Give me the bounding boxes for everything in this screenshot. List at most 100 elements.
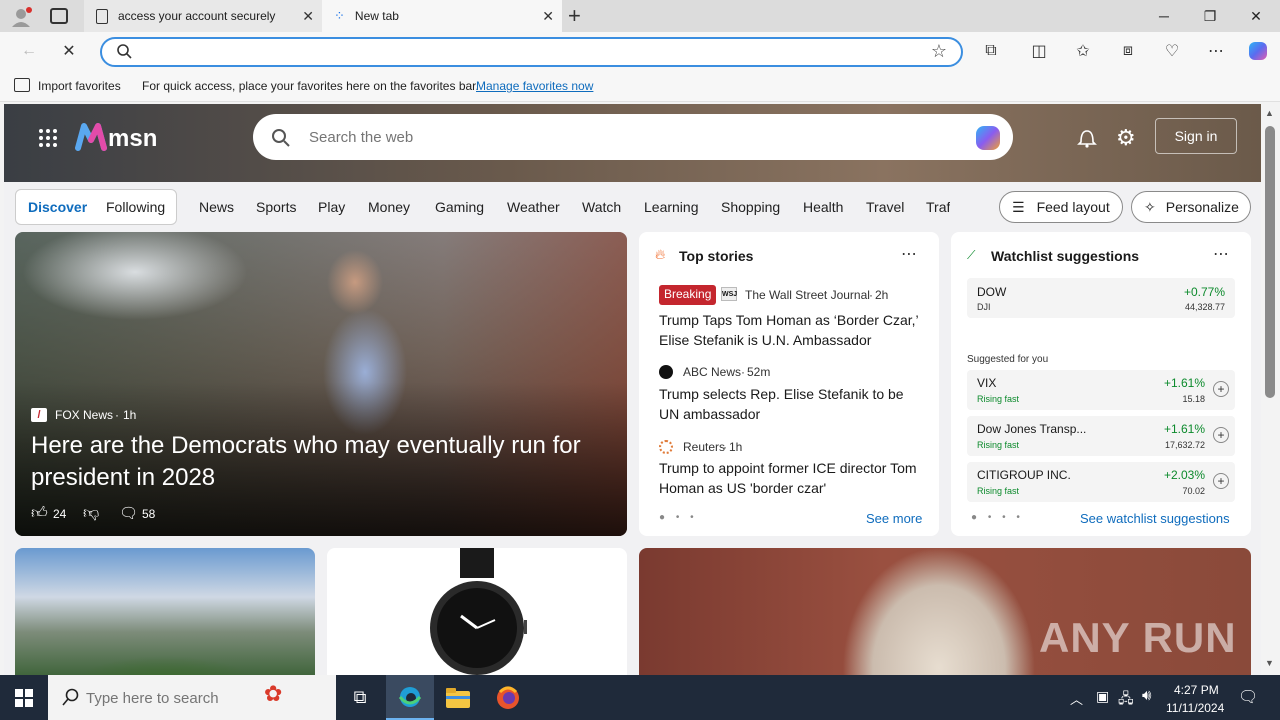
scroll-thumb[interactable] <box>1265 126 1275 398</box>
back-icon[interactable]: ← <box>14 36 44 66</box>
copilot-icon[interactable] <box>973 123 1003 158</box>
network-icon[interactable]: 🖧︎ <box>1118 688 1134 712</box>
personalize-label: Personalize <box>1165 199 1239 215</box>
see-watchlist-link[interactable]: See watchlist suggestions <box>1080 511 1230 526</box>
story-card-landscape[interactable] <box>15 548 315 675</box>
windows-start-icon[interactable] <box>0 675 48 720</box>
nav-health[interactable]: Health <box>803 199 843 215</box>
tab-actions-icon[interactable] <box>50 8 68 24</box>
split-screen-icon[interactable]: ◫ <box>1024 36 1054 66</box>
close-tab-icon[interactable]: ✕ <box>542 8 554 25</box>
nav-shopping[interactable]: Shopping <box>721 199 780 215</box>
close-window-button[interactable]: ✕ <box>1233 0 1279 32</box>
watchlist-heading[interactable]: Watchlist suggestions <box>991 248 1139 264</box>
volume-icon[interactable]: 🔊︎ <box>1142 687 1151 704</box>
edge-taskbar-icon[interactable] <box>386 675 434 720</box>
nav-gaming[interactable]: Gaming <box>435 199 484 215</box>
nav-money[interactable]: Money <box>368 199 410 215</box>
pager-dots[interactable]: ● • • <box>659 512 698 523</box>
settings-gear-icon[interactable]: ⚙ <box>1116 125 1136 151</box>
nav-weather[interactable]: Weather <box>507 199 560 215</box>
msn-search-input[interactable] <box>309 127 909 147</box>
vertical-scrollbar[interactable]: ▲ ▼ <box>1261 104 1280 675</box>
more-options-icon[interactable]: ⋯ <box>1213 244 1229 264</box>
msn-search-box[interactable] <box>253 114 1013 160</box>
clock-time[interactable]: 4:27 PM <box>1174 683 1219 697</box>
profile-icon[interactable] <box>10 6 32 28</box>
story-title[interactable]: Trump to appoint former ICE director Tom… <box>659 458 927 498</box>
nav-traffic[interactable]: Traf <box>926 199 950 215</box>
tray-chevron-icon[interactable]: ︿ <box>1070 689 1083 708</box>
minimize-button[interactable]: ─ <box>1141 0 1187 32</box>
new-tab-button[interactable]: + <box>568 3 581 29</box>
personalize-button[interactable]: ✧ Personalize <box>1131 191 1251 223</box>
browser-essentials-icon[interactable]: ♡ <box>1157 36 1187 66</box>
top-stories-heading[interactable]: Top stories <box>679 248 753 264</box>
stock-row[interactable]: CITIGROUP INC. Rising fast +2.03% 70.02 … <box>967 462 1235 502</box>
restore-button[interactable]: ❐ <box>1187 0 1233 32</box>
tray-device-icon[interactable]: ▣ <box>1096 688 1109 705</box>
msn-logo-icon[interactable] <box>74 120 108 154</box>
hero-story-card[interactable]: / FOX News · 1h Here are the Democrats w… <box>15 232 627 536</box>
nav-learning[interactable]: Learning <box>644 199 699 215</box>
import-favorites-button[interactable]: Import favorites <box>38 79 121 93</box>
manage-favorites-link[interactable]: Manage favorites now <box>476 79 593 93</box>
nav-travel[interactable]: Travel <box>866 199 904 215</box>
stock-price: 15.18 <box>1182 394 1205 404</box>
dislike-icon[interactable]: 👎︎ <box>83 504 99 523</box>
feed-layout-button[interactable]: ☰ Feed layout <box>999 191 1123 223</box>
apps-grid-icon[interactable] <box>38 128 58 148</box>
taskbar-search-box[interactable]: ✿ <box>48 675 336 720</box>
tab-access-account[interactable]: access your account securely ✕ <box>84 0 322 32</box>
stop-loading-icon[interactable]: ✕ <box>54 36 84 66</box>
add-to-watchlist-icon[interactable]: + <box>1213 381 1229 397</box>
story-title[interactable]: Trump Taps Tom Homan as ‘Border Czar,’ E… <box>659 310 927 350</box>
add-to-watchlist-icon[interactable]: + <box>1213 427 1229 443</box>
like-icon[interactable]: 👍︎ <box>31 504 48 523</box>
close-tab-icon[interactable]: ✕ <box>302 8 314 25</box>
file-explorer-icon[interactable] <box>434 675 482 720</box>
see-more-link[interactable]: See more <box>866 511 922 526</box>
stock-row[interactable]: VIX Rising fast +1.61% 15.18 + <box>967 370 1235 410</box>
notification-center-icon[interactable]: 🗨︎ <box>1238 687 1258 707</box>
firefox-icon[interactable] <box>484 675 532 720</box>
add-to-watchlist-icon[interactable]: + <box>1213 473 1229 489</box>
pager-dots[interactable]: ● • • • <box>971 512 1024 523</box>
tab-new-tab[interactable]: ⁘ New tab ✕ <box>322 0 562 32</box>
stock-row[interactable]: Dow Jones Transp... Rising fast +1.61% 1… <box>967 416 1235 456</box>
story-card-portrait[interactable]: ANY RUN <box>639 548 1251 675</box>
collections-icon[interactable]: ⧈ <box>1113 36 1143 66</box>
hero-title[interactable]: Here are the Democrats who may eventuall… <box>31 430 621 494</box>
msn-logo-text[interactable]: msn <box>108 125 157 153</box>
scroll-down-icon[interactable]: ▼ <box>1265 658 1274 668</box>
more-menu-icon[interactable]: ⋯ <box>1201 36 1231 66</box>
suggested-label: Suggested for you <box>967 354 1049 365</box>
stock-row-main[interactable]: DOW DJI +0.77% 44,328.77 <box>967 278 1235 318</box>
nav-news[interactable]: News <box>199 199 234 215</box>
notifications-bell-icon[interactable] <box>1076 126 1098 153</box>
tab-following[interactable]: Following <box>106 199 165 215</box>
address-bar[interactable]: ☆ <box>100 37 963 67</box>
sign-in-button[interactable]: Sign in <box>1155 118 1237 154</box>
nav-play[interactable]: Play <box>318 199 345 215</box>
tab-title: access your account securely <box>118 9 276 23</box>
taskbar: ✿ ⧉ ︿ ▣ 🖧︎ 🔊︎ 4:27 PM 11/11/2024 🗨︎ <box>0 675 1280 720</box>
scroll-up-icon[interactable]: ▲ <box>1265 108 1274 118</box>
clock-date[interactable]: 11/11/2024 <box>1166 701 1224 715</box>
task-view-icon[interactable]: ⧉ <box>336 675 384 720</box>
search-highlight-icon: ✿ <box>264 681 283 706</box>
story-title[interactable]: Trump selects Rep. Elise Stefanik to be … <box>659 384 927 424</box>
nav-sports[interactable]: Sports <box>256 199 296 215</box>
extensions-icon[interactable]: ⧉ <box>976 36 1006 66</box>
nav-watch[interactable]: Watch <box>582 199 621 215</box>
more-options-icon[interactable]: ⋯ <box>901 244 917 264</box>
favorite-star-icon[interactable]: ☆ <box>931 41 947 62</box>
copilot-icon[interactable] <box>1243 36 1273 66</box>
favorites-icon[interactable]: ✩ <box>1068 36 1098 66</box>
comment-icon[interactable]: 🗨︎ <box>119 504 138 522</box>
address-input[interactable] <box>142 42 922 62</box>
taskbar-search-input[interactable] <box>86 688 256 708</box>
tab-discover[interactable]: Discover <box>28 199 87 215</box>
story-card-watch[interactable] <box>327 548 627 675</box>
sliders-icon: ☰ <box>1012 198 1025 215</box>
